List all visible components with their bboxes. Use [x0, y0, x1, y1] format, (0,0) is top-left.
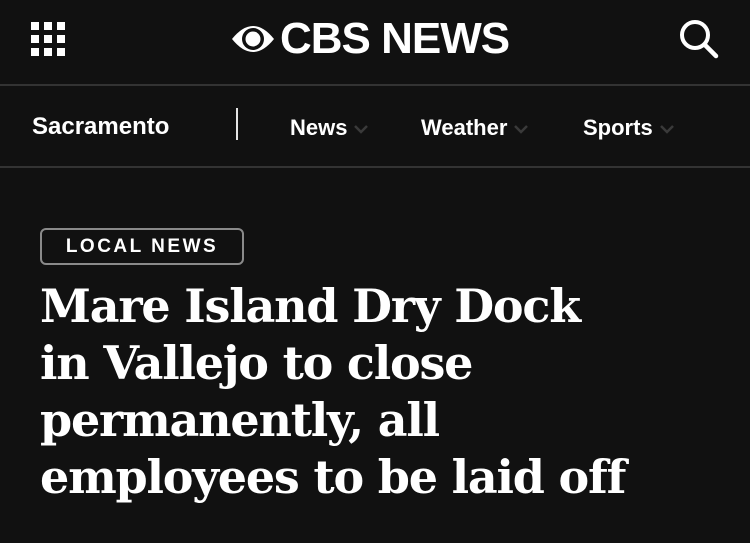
headline-line: in Vallejo to close — [40, 336, 473, 390]
search-icon[interactable] — [676, 16, 720, 60]
headline-line: employees to be laid off — [40, 450, 626, 504]
section-nav: Sacramento News Weather Sports — [0, 86, 750, 166]
top-header: CBS NEWS — [0, 0, 750, 84]
nav-item-label: Sports — [583, 115, 653, 140]
nav-item-sports[interactable]: Sports — [583, 113, 675, 143]
category-badge[interactable]: LOCAL NEWS — [40, 228, 244, 265]
chevron-down-icon — [354, 125, 369, 134]
nav-separator — [236, 108, 238, 140]
headline-line: Mare Island Dry Dock — [40, 279, 581, 333]
nav-item-label: Weather — [421, 115, 508, 140]
nav-item-weather[interactable]: Weather — [421, 113, 529, 143]
chevron-down-icon — [659, 125, 674, 134]
nav-item-news[interactable]: News — [290, 113, 369, 143]
station-link[interactable]: Sacramento — [32, 112, 169, 142]
grid-menu-icon[interactable] — [30, 21, 66, 57]
article-headline: Mare Island Dry Dock in Vallejo to close… — [40, 278, 680, 506]
logo-text: CBS NEWS — [280, 14, 510, 63]
chevron-down-icon — [514, 125, 529, 134]
cbs-eye-icon — [232, 26, 274, 52]
nav-divider — [0, 166, 750, 168]
cbs-news-logo[interactable]: CBS NEWS — [230, 14, 510, 64]
headline-line: permanently, all — [40, 393, 440, 447]
nav-item-label: News — [290, 115, 348, 140]
category-label: LOCAL NEWS — [65, 235, 219, 257]
